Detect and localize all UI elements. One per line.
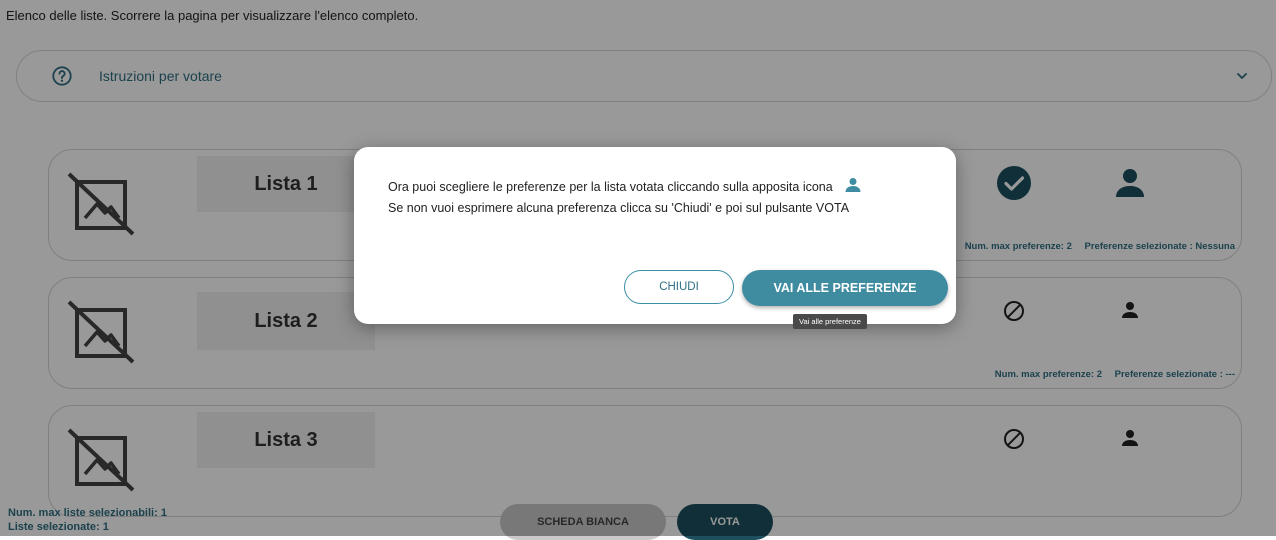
dialog-line-2: Se non vuoi esprimere alcuna preferenza …: [388, 201, 850, 215]
preferences-dialog: Ora puoi scegliere le preferenze per la …: [354, 147, 956, 324]
close-button[interactable]: CHIUDI: [624, 270, 734, 304]
dialog-line-1: Ora puoi scegliere le preferenze per la …: [388, 180, 833, 194]
dialog-message: Ora puoi scegliere le preferenze per la …: [388, 177, 862, 219]
person-icon: [845, 178, 861, 192]
tooltip: Vai alle preferenze: [793, 314, 867, 329]
go-to-preferences-button[interactable]: VAI ALLE PREFERENZE: [742, 270, 948, 306]
